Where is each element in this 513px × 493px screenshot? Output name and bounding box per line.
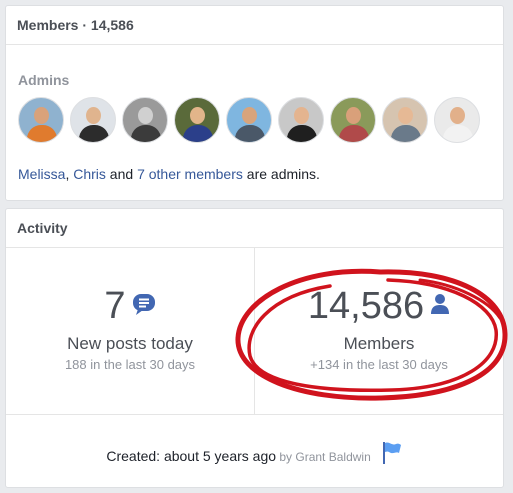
other-admins-link[interactable]: 7 other members bbox=[137, 166, 243, 182]
flag-icon bbox=[381, 441, 403, 468]
admin-avatar[interactable] bbox=[434, 97, 480, 143]
admin-avatar[interactable] bbox=[278, 97, 324, 143]
admins-and: and bbox=[105, 166, 138, 182]
members-stat[interactable]: 14,586 Members +134 in the last 30 days bbox=[255, 248, 503, 414]
admin-link-chris[interactable]: Chris bbox=[73, 166, 106, 182]
admin-avatar[interactable] bbox=[122, 97, 168, 143]
members-label: Members bbox=[343, 334, 415, 353]
admins-summary: Melissa, Chris and 7 other members are a… bbox=[18, 166, 320, 182]
admin-avatar[interactable] bbox=[174, 97, 220, 143]
admins-suffix: are admins. bbox=[242, 166, 320, 182]
created-info: Created: about 5 years ago by Grant Bald… bbox=[6, 441, 503, 468]
created-by[interactable]: by Grant Baldwin bbox=[276, 450, 370, 464]
created-text: Created: about 5 years ago bbox=[106, 448, 277, 464]
admin-avatar[interactable] bbox=[70, 97, 116, 143]
members-sub: +134 in the last 30 days bbox=[310, 357, 448, 372]
posts-sub: 188 in the last 30 days bbox=[64, 357, 196, 372]
posts-stat[interactable]: 7 New posts today 188 in the last 30 day… bbox=[6, 248, 254, 414]
admin-avatar[interactable] bbox=[382, 97, 428, 143]
posts-label: New posts today bbox=[67, 334, 193, 353]
activity-stats: 7 New posts today 188 in the last 30 day… bbox=[6, 248, 503, 415]
posts-count: 7 bbox=[104, 285, 126, 327]
members-count: 14,586 bbox=[307, 285, 425, 327]
members-card-title[interactable]: Members · 14,586 bbox=[6, 6, 503, 45]
admin-avatar[interactable] bbox=[18, 97, 64, 143]
admins-label: Admins bbox=[18, 72, 70, 88]
activity-card: Activity 7 New posts today 188 in the la… bbox=[5, 208, 504, 488]
admin-avatar[interactable] bbox=[330, 97, 376, 143]
activity-card-title: Activity bbox=[6, 209, 503, 248]
person-icon bbox=[430, 293, 450, 320]
posts-chat-icon bbox=[132, 292, 156, 321]
members-card: Members · 14,586 Admins Melissa, Chris a… bbox=[5, 5, 504, 201]
admin-link-melissa[interactable]: Melissa bbox=[18, 166, 65, 182]
admin-avatars bbox=[18, 97, 486, 143]
admin-avatar[interactable] bbox=[226, 97, 272, 143]
